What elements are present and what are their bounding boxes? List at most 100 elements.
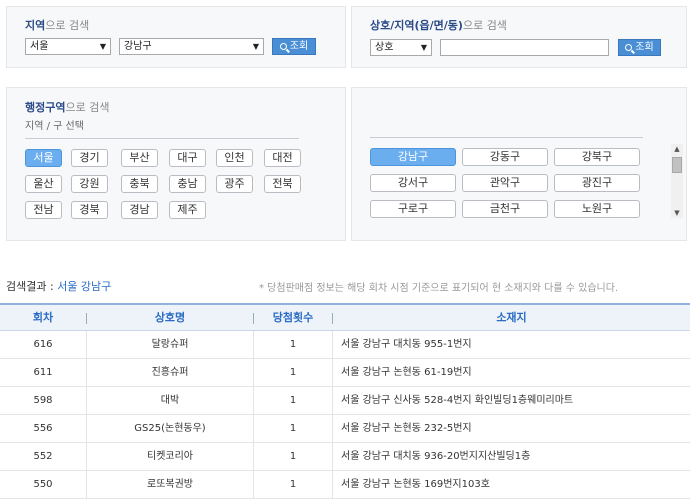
region-button[interactable]: 충남 <box>169 175 206 193</box>
district-button[interactable]: 광진구 <box>554 174 640 192</box>
table-row: 616 달랑슈퍼 1 서울 강남구 대치동 955-1번지 <box>0 331 690 359</box>
table-row: 598 대박 1 서울 강남구 신사동 528-4번지 화인빌딩1층웨미리마트 <box>0 387 690 415</box>
name-search-button[interactable]: 조회 <box>618 39 661 56</box>
table-body: 616 달랑슈퍼 1 서울 강남구 대치동 955-1번지 611 진흥슈퍼 1 서울 강남구… <box>0 331 690 499</box>
cell-separator <box>253 415 254 442</box>
cell-separator <box>253 471 254 498</box>
header-round[interactable]: 회차 <box>0 305 86 331</box>
cell-separator <box>332 331 333 358</box>
cell-separator <box>253 443 254 470</box>
table-header: 회차 상호명 당첨횟수 소재지 <box>0 303 690 331</box>
district-button[interactable]: 금천구 <box>462 200 548 218</box>
search-icon <box>279 43 287 50</box>
cell-separator <box>332 443 333 470</box>
dropdown-arrow-icon: ▼ <box>420 43 427 52</box>
district-scrollbar[interactable]: ▲ ▼ <box>671 144 683 218</box>
scroll-thumb[interactable] <box>672 157 682 173</box>
district-button[interactable]: 구로구 <box>370 200 456 218</box>
region-button[interactable]: 경남 <box>121 201 158 219</box>
cell-address: 서울 강남구 논현동 169번지103호 <box>341 479 490 490</box>
cell-count: 1 <box>289 367 297 378</box>
cell-address: 서울 강남구 대치동 936-20번지지산빌딩1층 <box>341 451 531 462</box>
cell-address: 서울 강남구 논현동 61-19번지 <box>341 367 472 378</box>
cell-address: 서울 강남구 신사동 528-4번지 화인빌딩1층웨미리마트 <box>341 395 574 406</box>
cell-address: 서울 강남구 논현동 232-5번지 <box>341 423 472 434</box>
region-button[interactable]: 전북 <box>264 175 301 193</box>
region-button[interactable]: 서울 <box>25 149 62 167</box>
region-button[interactable]: 울산 <box>25 175 62 193</box>
cell-separator <box>253 387 254 414</box>
district-button[interactable]: 강동구 <box>462 148 548 166</box>
region-search-button[interactable]: 조회 <box>272 38 316 55</box>
region-button[interactable]: 경북 <box>71 201 108 219</box>
region-button[interactable]: 전남 <box>25 201 62 219</box>
cell-separator <box>332 471 333 498</box>
cell-separator <box>86 443 87 470</box>
cell-separator <box>253 359 254 386</box>
search-type-select[interactable]: 상호 ▼ <box>370 39 432 56</box>
table-row: 556 GS25(논현동우) 1 서울 강남구 논현동 232-5번지 <box>0 415 690 443</box>
header-name[interactable]: 상호명 <box>87 305 253 331</box>
table-row: 611 진흥슈퍼 1 서울 강남구 논현동 61-19번지 <box>0 359 690 387</box>
region-search-title: 지역으로 검색 <box>25 19 90 32</box>
cell-round: 552 <box>33 451 53 462</box>
region-button[interactable]: 광주 <box>216 175 253 193</box>
cell-separator <box>86 471 87 498</box>
table-row: 550 로또복권방 1 서울 강남구 논현동 169번지103호 <box>0 471 690 499</box>
table-row: 552 티켓코리아 1 서울 강남구 대치동 936-20번지지산빌딩1층 <box>0 443 690 471</box>
cell-name: 대박 <box>160 395 180 406</box>
admin-search-title: 행정구역으로 검색 <box>25 101 110 114</box>
cell-count: 1 <box>289 395 297 406</box>
cell-round: 611 <box>33 367 53 378</box>
cell-round: 556 <box>33 423 53 434</box>
cell-name: GS25(논현동우) <box>134 423 206 434</box>
region-button[interactable]: 제주 <box>169 201 206 219</box>
district-button[interactable]: 관악구 <box>462 174 548 192</box>
cell-round: 550 <box>33 479 53 490</box>
cell-separator <box>86 331 87 358</box>
divider <box>370 137 643 138</box>
district-button[interactable]: 강북구 <box>554 148 640 166</box>
cell-round: 598 <box>33 395 53 406</box>
cell-separator <box>86 387 87 414</box>
cell-count: 1 <box>289 451 297 462</box>
region-button[interactable]: 대전 <box>264 149 301 167</box>
search-icon <box>625 44 633 51</box>
cell-separator <box>332 387 333 414</box>
cell-count: 1 <box>289 339 297 350</box>
city-select[interactable]: 서울 ▼ <box>25 38 111 55</box>
dropdown-arrow-icon: ▼ <box>99 42 106 51</box>
region-button[interactable]: 경기 <box>71 149 108 167</box>
dropdown-arrow-icon: ▼ <box>252 42 259 51</box>
name-search-title: 상호/지역(읍/면/동)으로 검색 <box>370 19 507 32</box>
region-button[interactable]: 충북 <box>121 175 158 193</box>
region-button[interactable]: 대구 <box>169 149 206 167</box>
result-notice: * 당첨판매점 정보는 해당 회차 시점 기준으로 표기되어 현 소재지와 다를… <box>259 283 619 294</box>
region-button[interactable]: 강원 <box>71 175 108 193</box>
cell-count: 1 <box>289 423 297 434</box>
arrow-up-icon[interactable]: ▲ <box>671 144 683 154</box>
keyword-input[interactable] <box>440 39 609 56</box>
header-count[interactable]: 당첨횟수 <box>254 305 332 331</box>
divider <box>25 138 299 139</box>
result-table: 회차 상호명 당첨횟수 소재지 616 달랑슈퍼 1 서울 강남구 대치동 955-1… <box>0 303 690 499</box>
cell-name: 티켓코리아 <box>147 451 193 462</box>
header-address[interactable]: 소재지 <box>333 305 690 331</box>
cell-separator <box>86 359 87 386</box>
cell-count: 1 <box>289 479 297 490</box>
cell-name: 진흥슈퍼 <box>151 367 189 378</box>
district-select[interactable]: 강남구 ▼ <box>119 38 264 55</box>
district-button[interactable]: 강서구 <box>370 174 456 192</box>
district-button[interactable]: 강남구 <box>370 148 456 166</box>
cell-round: 616 <box>33 339 53 350</box>
name-search-panel <box>351 6 687 68</box>
cell-separator <box>253 331 254 358</box>
cell-name: 로또복권방 <box>147 479 193 490</box>
district-button[interactable]: 노원구 <box>554 200 640 218</box>
cell-separator <box>332 415 333 442</box>
cell-name: 달랑슈퍼 <box>151 339 189 350</box>
arrow-down-icon[interactable]: ▼ <box>671 208 683 218</box>
region-search-panel <box>6 6 346 68</box>
region-button[interactable]: 인천 <box>216 149 253 167</box>
region-button[interactable]: 부산 <box>121 149 158 167</box>
